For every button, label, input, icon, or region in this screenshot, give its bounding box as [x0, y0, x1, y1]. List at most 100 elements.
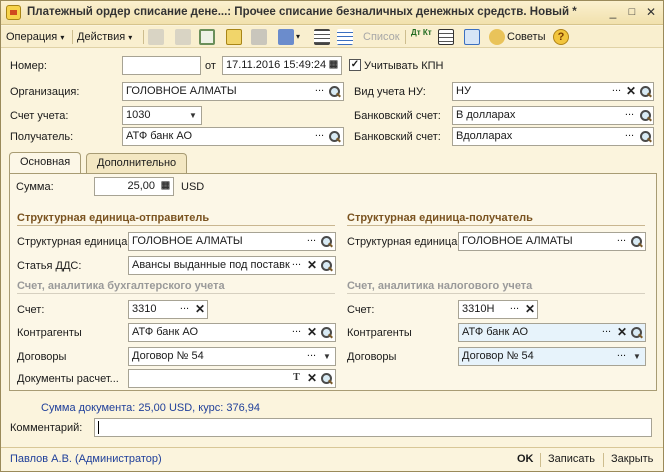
close-button[interactable]: Закрыть: [611, 453, 653, 465]
tax-counterparty-field[interactable]: АТФ банк АО ... ✕: [458, 323, 646, 342]
sender-section-title: Структурная единица-отправитель: [17, 212, 210, 224]
copy-doc-icon[interactable]: [148, 29, 164, 45]
operation-menu[interactable]: Операция ▾: [6, 29, 64, 45]
search-icon[interactable]: [630, 326, 644, 340]
select-dots-icon[interactable]: ...: [304, 233, 319, 249]
report-icon[interactable]: [438, 29, 454, 45]
help-button[interactable]: ?: [553, 29, 569, 45]
comment-field[interactable]: [94, 418, 652, 437]
clear-icon[interactable]: ✕: [305, 371, 319, 386]
document-icon: [6, 5, 21, 20]
cash-flow-item-label: Статья ДДС:: [17, 260, 82, 272]
clear-icon[interactable]: ✕: [615, 325, 629, 340]
list-view-icon[interactable]: [314, 29, 330, 45]
list-button[interactable]: Список: [363, 29, 400, 45]
bank-account-field[interactable]: В долларах ...: [452, 106, 654, 125]
tax-account-field[interactable]: 3310Н ... ✕: [458, 300, 538, 319]
ok-button[interactable]: OK: [517, 453, 534, 465]
structure-icon[interactable]: [278, 29, 294, 45]
select-dots-icon[interactable]: ...: [304, 348, 319, 364]
search-icon[interactable]: [639, 85, 653, 99]
search-icon[interactable]: [320, 235, 334, 249]
clear-icon[interactable]: ✕: [193, 302, 207, 317]
select-dots-icon[interactable]: ...: [614, 233, 629, 249]
select-dots-icon[interactable]: ...: [622, 128, 637, 144]
checklist-icon[interactable]: [337, 29, 353, 45]
search-icon[interactable]: [639, 109, 653, 123]
tax-accounting-type-value: НУ: [456, 85, 471, 97]
current-user-link[interactable]: Павлов А.В. (Администратор): [10, 453, 162, 465]
chevron-down-icon[interactable]: ▼: [186, 108, 200, 123]
advice-icon[interactable]: [489, 29, 505, 45]
recipient-bank-account-label: Банковский счет:: [354, 131, 441, 143]
chevron-down-icon[interactable]: ▼: [320, 349, 334, 364]
account-field[interactable]: 1030 ▼: [122, 106, 202, 125]
receiver-unit-field[interactable]: ГОЛОВНОЕ АЛМАТЫ ...: [458, 232, 646, 251]
accounting-account-field[interactable]: 3310 ... ✕: [128, 300, 208, 319]
maximize-button[interactable]: □: [624, 5, 640, 20]
structure-dropdown-icon[interactable]: ▾: [296, 29, 300, 45]
bank-account-value: В долларах: [456, 109, 516, 121]
tab-main[interactable]: Основная: [9, 152, 82, 174]
tax-section-title: Счет, аналитика налогового учета: [347, 280, 533, 292]
tax-accounting-type-field[interactable]: НУ ... ✕: [452, 82, 654, 101]
date-field[interactable]: 17.11.2016 15:49:24 ▦: [222, 56, 342, 75]
select-dots-icon[interactable]: ...: [599, 324, 614, 340]
structure-tree-icon[interactable]: [464, 29, 480, 45]
dropdown-arrow-icon: ▾: [128, 33, 133, 42]
organization-field[interactable]: ГОЛОВНОЕ АЛМАТЫ ...: [122, 82, 344, 101]
actions-menu[interactable]: Действия ▾: [77, 29, 132, 45]
calendar-icon[interactable]: ▦: [326, 58, 341, 73]
date-value: 17.11.2016 15:49:24: [226, 59, 327, 71]
sum-field[interactable]: 25,00 ▦: [94, 177, 174, 196]
comment-label: Комментарий:: [10, 422, 83, 434]
tax-contracts-field[interactable]: Договор № 54 ... ▼: [458, 347, 646, 366]
post-document-icon[interactable]: [226, 29, 242, 45]
select-dots-icon[interactable]: ...: [312, 128, 327, 144]
dropdown-arrow-icon: ▾: [60, 33, 65, 42]
kpn-checkbox[interactable]: ✓: [349, 59, 361, 71]
clear-icon[interactable]: ✕: [305, 258, 319, 273]
select-dots-icon[interactable]: ...: [177, 301, 192, 317]
search-icon[interactable]: [328, 130, 342, 144]
number-field[interactable]: [122, 56, 201, 75]
select-dots-icon[interactable]: ...: [609, 83, 624, 99]
search-icon[interactable]: [630, 235, 644, 249]
edit-doc-icon[interactable]: [175, 29, 191, 45]
receiver-unit-label: Структурная единица:: [347, 236, 461, 248]
recipient-bank-account-field[interactable]: Вдолларах ...: [452, 127, 654, 146]
select-dots-icon[interactable]: ...: [614, 348, 629, 364]
search-icon[interactable]: [328, 85, 342, 99]
counterparty-value: АТФ банк АО: [132, 326, 199, 338]
minimize-button[interactable]: _: [605, 5, 621, 20]
clear-icon[interactable]: ✕: [305, 325, 319, 340]
save-button[interactable]: Записать: [548, 453, 595, 465]
search-icon[interactable]: [320, 259, 334, 273]
cash-flow-item-field[interactable]: Авансы выданные под поставк ... ✕: [128, 256, 336, 275]
search-icon[interactable]: [320, 372, 334, 386]
recipient-field[interactable]: АТФ банк АО ...: [122, 127, 344, 146]
select-dots-icon[interactable]: ...: [289, 257, 304, 273]
refresh-icon[interactable]: [199, 29, 215, 45]
select-dots-icon[interactable]: ...: [312, 83, 327, 99]
contracts-field[interactable]: Договор № 54 ... ▼: [128, 347, 336, 366]
settlement-docs-field[interactable]: T ✕: [128, 369, 336, 388]
search-icon[interactable]: [320, 326, 334, 340]
counterparty-field[interactable]: АТФ банк АО ... ✕: [128, 323, 336, 342]
search-icon[interactable]: [639, 130, 653, 144]
select-dots-icon[interactable]: ...: [622, 107, 637, 123]
unpost-document-icon[interactable]: [251, 29, 267, 45]
advice-button[interactable]: Советы: [507, 29, 545, 45]
select-dots-icon[interactable]: ...: [289, 324, 304, 340]
dtkt-button[interactable]: Дт Кт: [411, 29, 432, 45]
select-dots-icon[interactable]: ...: [507, 301, 522, 317]
close-window-button[interactable]: ✕: [643, 5, 659, 20]
chevron-down-icon[interactable]: ▼: [630, 349, 644, 364]
tab-additional[interactable]: Дополнительно: [86, 153, 188, 174]
calculator-icon[interactable]: ▦: [158, 179, 173, 194]
actions-menu-label: Действия: [77, 31, 126, 43]
type-select-icon[interactable]: T: [289, 371, 304, 386]
clear-icon[interactable]: ✕: [523, 302, 537, 317]
clear-icon[interactable]: ✕: [624, 84, 638, 99]
sender-unit-field[interactable]: ГОЛОВНОЕ АЛМАТЫ ...: [128, 232, 336, 251]
